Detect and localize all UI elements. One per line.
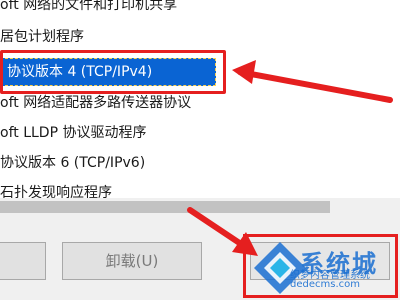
network-components-list[interactable]: oft 网络的文件和打印机共享 居包计划程序 协议版本 4 (TCP/IPv4)… [0, 0, 400, 216]
list-item-label: oft 网络的文件和打印机共享 [0, 0, 178, 13]
uninstall-button[interactable]: 卸载(U) [62, 242, 202, 280]
scrollbar-thumb[interactable] [0, 201, 330, 213]
list-item[interactable]: oft LLDP 协议驱动程序 [0, 118, 146, 148]
horizontal-scrollbar[interactable] [0, 198, 400, 216]
list-item-label: 居包计划程序 [0, 29, 84, 45]
list-item[interactable]: 协议版本 6 (TCP/IPv6) [0, 148, 145, 178]
list-item-label: 协议版本 6 (TCP/IPv6) [0, 155, 146, 171]
list-item-label: oft LLDP 协议驱动程序 [0, 125, 147, 141]
annotation-highlight-box [0, 50, 226, 94]
install-button[interactable] [0, 242, 46, 280]
properties-dialog-crop: oft 网络的文件和打印机共享 居包计划程序 协议版本 4 (TCP/IPv4)… [0, 0, 400, 300]
list-item[interactable]: oft 网络的文件和打印机共享 [0, 0, 177, 20]
watermark-domain: dedecms.com [290, 279, 360, 290]
list-item-label: oft 网络适配器多路传送器协议 [0, 95, 192, 111]
list-item[interactable]: 居包计划程序 [0, 22, 84, 52]
